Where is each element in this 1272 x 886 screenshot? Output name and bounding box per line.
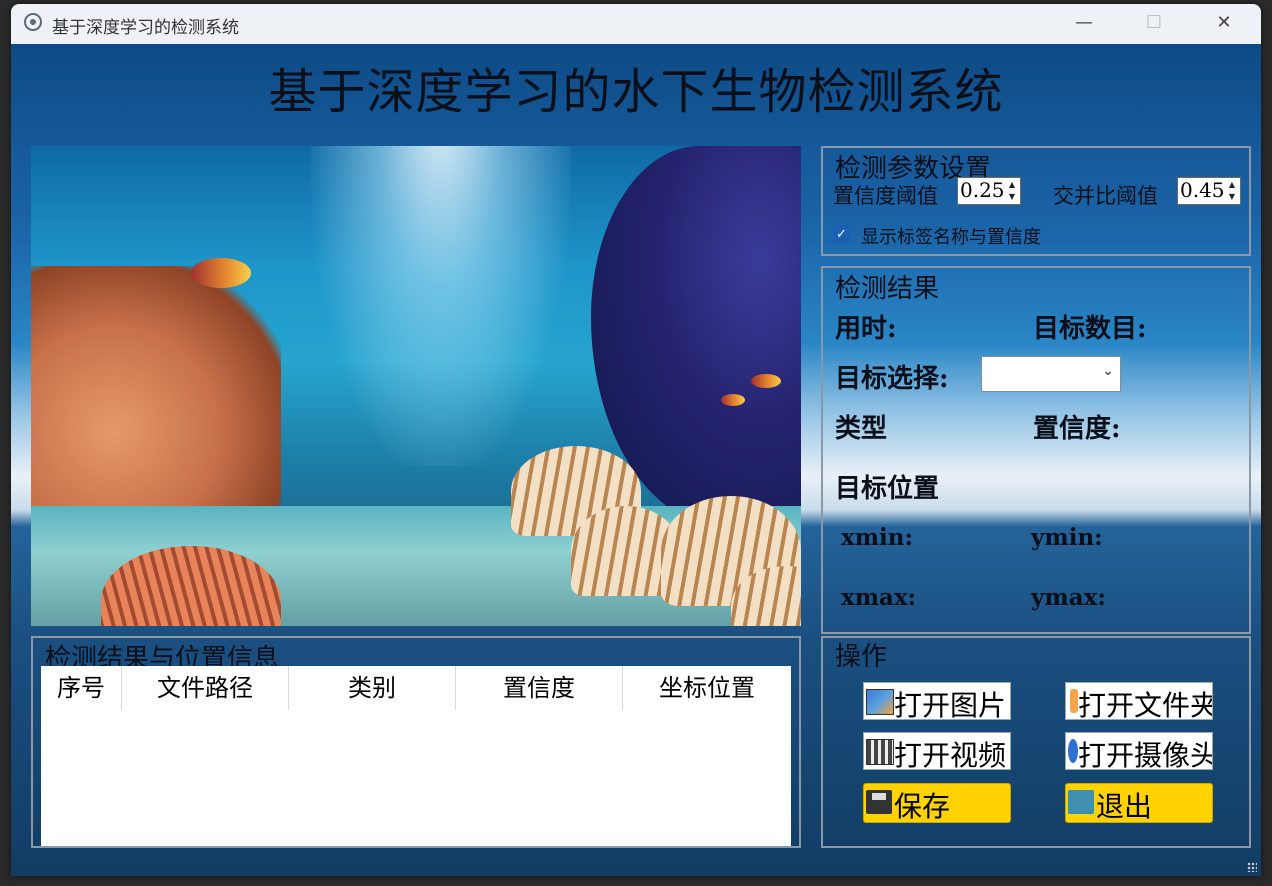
exit-icon <box>1068 790 1094 814</box>
target-position-label: 目标位置 <box>835 474 940 504</box>
confidence-label: 置信度: <box>1033 414 1121 444</box>
xmin-label: xmin: <box>841 524 913 551</box>
open-folder-button[interactable]: 打开文件夹 <box>1065 682 1213 720</box>
results-group-title: 检测结果 <box>835 274 940 304</box>
page-title: 基于深度学习的水下生物检测系统 <box>268 64 1004 120</box>
window-title: 基于深度学习的检测系统 <box>52 18 239 38</box>
table-header-index[interactable]: 序号 <box>41 666 122 710</box>
spin-arrows-icon[interactable]: ▲ ▼ <box>1225 179 1239 203</box>
confidence-threshold-label: 置信度阈值 <box>833 184 938 208</box>
open-image-label: 打开图片 <box>894 689 1007 720</box>
results-table[interactable]: 序号 文件路径 类别 置信度 坐标位置 <box>41 666 791 846</box>
image-display <box>31 146 801 626</box>
resize-grip[interactable] <box>1247 862 1257 872</box>
operations-group-title: 操作 <box>835 642 888 672</box>
video-icon <box>866 739 894 765</box>
app-window: 基于深度学习的检测系统 — ☐ ✕ 基于深度学习的水下生物检测系统 检测参数设置… <box>11 4 1261 876</box>
iou-threshold-spinbox[interactable]: 0.45 ▲ ▼ <box>1177 177 1241 205</box>
type-label: 类型 <box>835 414 888 444</box>
title-bar: 基于深度学习的检测系统 — ☐ ✕ <box>11 4 1261 44</box>
open-folder-label: 打开文件夹 <box>1078 689 1213 720</box>
table-header-confidence[interactable]: 置信度 <box>456 666 623 710</box>
ymax-label: ymax: <box>1031 584 1106 611</box>
folder-icon <box>1070 689 1078 713</box>
open-camera-label: 打开摄像头 <box>1078 739 1213 770</box>
exit-button[interactable]: 退出 <box>1065 783 1213 823</box>
chevron-down-icon: ⌄ <box>1102 363 1114 379</box>
show-labels-checkbox[interactable]: ✓ <box>833 226 850 243</box>
open-video-button[interactable]: 打开视频 <box>863 732 1011 770</box>
table-header-file-path[interactable]: 文件路径 <box>122 666 289 710</box>
table-header-coordinates[interactable]: 坐标位置 <box>623 666 791 710</box>
confidence-threshold-value: 0.25 <box>960 178 1005 202</box>
app-logo-icon <box>24 13 42 31</box>
time-label: 用时: <box>835 314 897 344</box>
maximize-button[interactable]: ☐ <box>1131 4 1177 44</box>
minimize-button[interactable]: — <box>1061 4 1107 44</box>
open-image-button[interactable]: 打开图片 <box>863 682 1011 720</box>
exit-label: 退出 <box>1096 790 1153 823</box>
iou-threshold-label: 交并比阈值 <box>1053 184 1158 208</box>
close-button[interactable]: ✕ <box>1201 4 1247 44</box>
target-select-dropdown[interactable]: ⌄ <box>981 356 1121 392</box>
show-labels-label[interactable]: 显示标签名称与置信度 <box>861 223 1041 249</box>
open-camera-button[interactable]: 打开摄像头 <box>1065 732 1213 770</box>
target-select-label: 目标选择: <box>835 364 949 394</box>
spin-arrows-icon[interactable]: ▲ ▼ <box>1005 179 1019 203</box>
iou-threshold-value: 0.45 <box>1180 178 1225 202</box>
save-label: 保存 <box>894 790 951 823</box>
table-header-class[interactable]: 类别 <box>289 666 456 710</box>
xmax-label: xmax: <box>841 584 917 611</box>
open-video-label: 打开视频 <box>894 739 1007 770</box>
save-button[interactable]: 保存 <box>863 783 1011 823</box>
save-icon <box>866 790 892 814</box>
confidence-threshold-spinbox[interactable]: 0.25 ▲ ▼ <box>957 177 1021 205</box>
ymin-label: ymin: <box>1031 524 1103 551</box>
camera-icon <box>1068 739 1078 763</box>
target-count-label: 目标数目: <box>1033 314 1147 344</box>
image-icon <box>866 689 894 715</box>
